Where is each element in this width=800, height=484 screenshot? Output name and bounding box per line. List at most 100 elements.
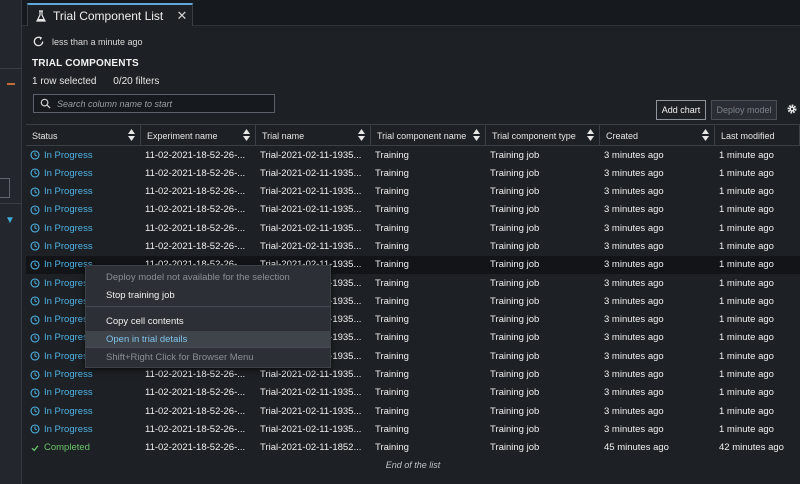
type-cell[interactable]: Training job [486,439,600,457]
created-cell[interactable]: 3 minutes ago [600,292,715,310]
modified-cell[interactable]: 1 minute ago [715,329,800,347]
type-cell[interactable]: Training job [486,420,600,438]
column-header[interactable]: Status [26,125,141,146]
created-cell[interactable]: 3 minutes ago [600,164,715,182]
status-cell[interactable]: In Progress [26,420,141,438]
sidebar-field[interactable] [0,178,10,198]
component-cell[interactable]: Training [371,311,486,329]
created-cell[interactable]: 3 minutes ago [600,219,715,237]
modified-cell[interactable]: 1 minute ago [715,256,800,274]
status-cell[interactable]: In Progress [26,146,141,164]
add-chart-button[interactable]: Add chart [656,100,706,120]
type-cell[interactable]: Training job [486,183,600,201]
table-row[interactable]: In Progress 11-02-2021-18-52-26-...Trial-… [26,146,800,164]
type-cell[interactable]: Training job [486,311,600,329]
component-cell[interactable]: Training [371,347,486,365]
caret-down-icon[interactable]: ▼ [5,215,15,226]
component-cell[interactable]: Training [371,256,486,274]
experiment-cell[interactable]: 11-02-2021-18-52-26-... [141,219,256,237]
modified-cell[interactable]: 1 minute ago [715,402,800,420]
modified-cell[interactable]: 1 minute ago [715,384,800,402]
component-cell[interactable]: Training [371,146,486,164]
created-cell[interactable]: 3 minutes ago [600,183,715,201]
modified-cell[interactable]: 1 minute ago [715,311,800,329]
context-menu-item[interactable]: Open in trial details [86,331,330,348]
column-header[interactable]: Trial component name [371,125,486,146]
type-cell[interactable]: Training job [486,402,600,420]
gear-icon[interactable] [786,103,798,115]
modified-cell[interactable]: 1 minute ago [715,366,800,384]
component-cell[interactable]: Training [371,384,486,402]
experiment-cell[interactable]: 11-02-2021-18-52-26-... [141,366,256,384]
type-cell[interactable]: Training job [486,347,600,365]
table-row[interactable]: Completed 11-02-2021-18-52-26-... Trial-20… [26,439,800,457]
created-cell[interactable]: 3 minutes ago [600,274,715,292]
component-cell[interactable]: Training [371,164,486,182]
experiment-cell[interactable]: 11-02-2021-18-52-26-... [141,237,256,255]
experiment-cell[interactable]: 11-02-2021-18-52-26-... [141,164,256,182]
status-cell[interactable]: In Progress [26,201,141,219]
trial-cell[interactable]: Trial-2021-02-11-1935... [256,183,371,201]
component-cell[interactable]: Training [371,219,486,237]
type-cell[interactable]: Training job [486,237,600,255]
status-cell[interactable]: In Progress [26,219,141,237]
component-cell[interactable]: Training [371,439,486,457]
created-cell[interactable]: 3 minutes ago [600,366,715,384]
status-cell[interactable]: Completed [26,439,141,457]
search-input[interactable] [57,98,267,109]
type-cell[interactable]: Training job [486,329,600,347]
column-header[interactable]: Created [600,125,715,146]
table-row[interactable]: In Progress 11-02-2021-18-52-26-...Trial-… [26,183,800,201]
modified-cell[interactable]: 1 minute ago [715,347,800,365]
component-cell[interactable]: Training [371,366,486,384]
type-cell[interactable]: Training job [486,256,600,274]
modified-cell[interactable]: 1 minute ago [715,420,800,438]
created-cell[interactable]: 3 minutes ago [600,347,715,365]
status-cell[interactable]: In Progress [26,366,141,384]
column-header[interactable]: Trial component type [486,125,600,146]
modified-cell[interactable]: 1 minute ago [715,292,800,310]
table-row[interactable]: In Progress 11-02-2021-18-52-26-...Trial-… [26,164,800,182]
created-cell[interactable]: 3 minutes ago [600,237,715,255]
context-menu-item[interactable]: Stop training job [86,287,330,304]
created-cell[interactable]: 3 minutes ago [600,420,715,438]
type-cell[interactable]: Training job [486,366,600,384]
trial-cell[interactable]: Trial-2021-02-11-1935... [256,384,371,402]
created-cell[interactable]: 3 minutes ago [600,402,715,420]
experiment-cell[interactable]: 11-02-2021-18-52-26-... [141,402,256,420]
component-cell[interactable]: Training [371,237,486,255]
trial-cell[interactable]: Trial-2021-02-11-1935... [256,366,371,384]
type-cell[interactable]: Training job [486,164,600,182]
trial-cell[interactable]: Trial-2021-02-11-1935... [256,237,371,255]
type-cell[interactable]: Training job [486,146,600,164]
trial-cell[interactable]: Trial-2021-02-11-1935... [256,219,371,237]
close-icon[interactable]: ✕ [172,8,192,24]
sort-icon[interactable] [128,129,135,141]
trial-cell[interactable]: Trial-2021-02-11-1935... [256,164,371,182]
table-row[interactable]: In Progress 11-02-2021-18-52-26-...Trial-… [26,420,800,438]
refresh-icon[interactable] [32,35,45,48]
created-cell[interactable]: 3 minutes ago [600,329,715,347]
modified-cell[interactable]: 1 minute ago [715,237,800,255]
experiment-cell[interactable]: 11-02-2021-18-52-26-... [141,201,256,219]
sort-icon[interactable] [473,129,480,141]
column-header[interactable]: Experiment name [141,125,256,146]
table-row[interactable]: In Progress 11-02-2021-18-52-26-...Trial-… [26,237,800,255]
sort-icon[interactable] [702,129,709,141]
context-menu-item[interactable]: Deploy model not available for the selec… [86,269,330,286]
filters-count[interactable]: 0/20 filters [113,76,159,87]
trial-cell[interactable]: Trial-2021-02-11-1935... [256,201,371,219]
created-cell[interactable]: 3 minutes ago [600,384,715,402]
column-header[interactable]: Trial name [256,125,371,146]
modified-cell[interactable]: 1 minute ago [715,201,800,219]
context-menu-item[interactable]: Shift+Right Click for Browser Menu [86,349,330,366]
modified-cell[interactable]: 42 minutes ago [715,439,800,457]
created-cell[interactable]: 3 minutes ago [600,311,715,329]
trial-cell[interactable]: Trial-2021-02-11-1852... [256,439,371,457]
experiment-cell[interactable]: 11-02-2021-18-52-26-... [141,146,256,164]
type-cell[interactable]: Training job [486,219,600,237]
created-cell[interactable]: 45 minutes ago [600,439,715,457]
created-cell[interactable]: 3 minutes ago [600,146,715,164]
experiment-cell[interactable]: 11-02-2021-18-52-26-... [141,420,256,438]
modified-cell[interactable]: 1 minute ago [715,274,800,292]
